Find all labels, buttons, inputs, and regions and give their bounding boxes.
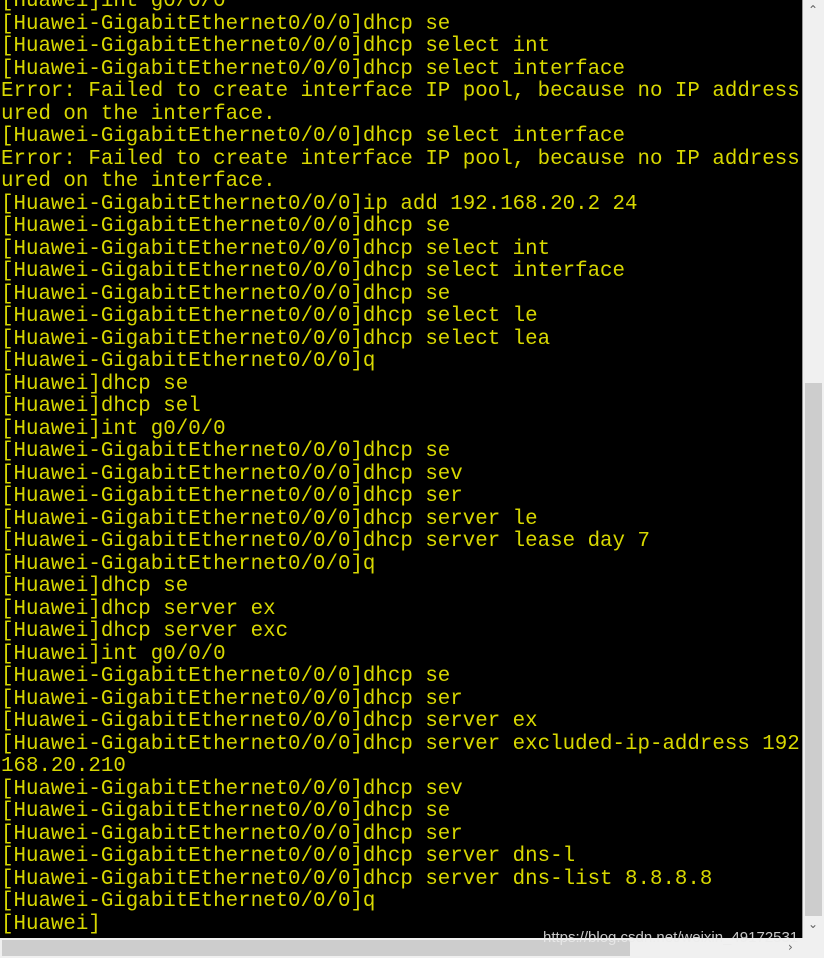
terminal-line: [Huawei-GigabitEthernet0/0/0]dhcp select… — [1, 125, 626, 148]
terminal-line: [Huawei-GigabitEthernet0/0/0]dhcp server… — [1, 710, 538, 733]
terminal-line: [Huawei-GigabitEthernet0/0/0]dhcp ser — [1, 822, 463, 846]
terminal-line: [Huawei]dhcp se — [1, 372, 189, 396]
terminal-line: [Huawei-GigabitEthernet0/0/0]dhcp server… — [1, 845, 576, 868]
terminal-line: 168.20.210 — [1, 755, 126, 778]
terminal-line: ured on the interface. — [1, 170, 276, 193]
chevron-up-icon[interactable]: ⌃ — [808, 3, 818, 17]
terminal-line: [Huawei-GigabitEthernet0/0/0]dhcp se — [1, 665, 451, 688]
resize-grip[interactable] — [802, 938, 824, 958]
terminal-line: [Huawei-GigabitEthernet0/0/0]dhcp se — [1, 215, 451, 238]
terminal-line: [Huawei]int g0/0/0 — [1, 417, 226, 441]
terminal-line: [Huawei-GigabitEthernet0/0/0]dhcp se — [1, 12, 451, 36]
terminal-line: [Huawei-GigabitEthernet0/0/0]dhcp ser — [1, 485, 463, 508]
watermark: https://blog.csdn.net/weixin_49172531 — [543, 929, 799, 946]
terminal-line: [Huawei-GigabitEthernet0/0/0]dhcp select… — [1, 35, 551, 58]
terminal-line: [Huawei-GigabitEthernet0/0/0]dhcp select… — [1, 327, 551, 351]
terminal-line: [Huawei-GigabitEthernet0/0/0]dhcp select… — [1, 237, 551, 261]
chevron-down-icon[interactable]: ⌄ — [808, 917, 818, 931]
terminal-line: [Huawei]dhcp server exc — [1, 620, 289, 643]
terminal-line: [Huawei-GigabitEthernet0/0/0]dhcp ser — [1, 687, 463, 711]
terminal-line: [Huawei-GigabitEthernet0/0/0]dhcp server… — [1, 867, 713, 891]
terminal-line: [Huawei-GigabitEthernet0/0/0]dhcp select… — [1, 305, 538, 328]
terminal-line: [Huawei-GigabitEthernet0/0/0]q — [1, 350, 376, 373]
terminal-line: [Huawei-GigabitEthernet0/0/0]q — [1, 552, 376, 576]
vertical-scrollbar[interactable]: ⌃ ⌄ — [802, 0, 824, 938]
terminal-line: Error: Failed to create interface IP poo… — [1, 147, 800, 171]
terminal-line: [Huawei]dhcp server ex — [1, 597, 276, 621]
terminal-line: [Huawei-GigabitEthernet0/0/0]dhcp select… — [1, 260, 626, 283]
terminal-line: [Huawei-GigabitEthernet0/0/0]q — [1, 890, 376, 913]
terminal-line: [Huawei-GigabitEthernet0/0/0]dhcp se — [1, 440, 451, 463]
vertical-scrollbar-thumb[interactable] — [805, 383, 822, 916]
terminal-line: [Huawei-GigabitEthernet0/0/0]dhcp se — [1, 800, 451, 823]
terminal-line: [Huawei]dhcp se — [1, 575, 189, 598]
terminal-lines: [Huawei]int g0/0/0 [Huawei-GigabitEtherne… — [1, 0, 800, 936]
terminal-line: [Huawei]int g0/0/0 — [1, 642, 226, 666]
horizontal-scrollbar-thumb[interactable] — [2, 940, 630, 956]
terminal-line: [Huawei]int g0/0/0 — [1, 0, 226, 13]
terminal-line: Error: Failed to create interface IP poo… — [1, 80, 800, 103]
terminal-line: [Huawei-GigabitEthernet0/0/0]dhcp se — [1, 282, 451, 306]
terminal-line: [Huawei-GigabitEthernet0/0/0]dhcp server… — [1, 530, 650, 553]
terminal-line: [Huawei-GigabitEthernet0/0/0]ip add 192.… — [1, 192, 638, 216]
terminal-line: [Huawei]dhcp sel — [1, 395, 201, 418]
terminal-line: [Huawei-GigabitEthernet0/0/0]dhcp server… — [1, 732, 800, 756]
terminal-line: [Huawei-GigabitEthernet0/0/0]dhcp sev — [1, 777, 463, 801]
terminal-line: [Huawei-GigabitEthernet0/0/0]dhcp select… — [1, 57, 626, 81]
terminal-line: ured on the interface. — [1, 102, 276, 126]
terminal-line: [Huawei-GigabitEthernet0/0/0]dhcp sev — [1, 462, 463, 486]
terminal-line: [Huawei-GigabitEthernet0/0/0]dhcp server… — [1, 507, 538, 531]
terminal-output[interactable]: [Huawei]int g0/0/0 [Huawei-GigabitEtherne… — [0, 0, 802, 938]
